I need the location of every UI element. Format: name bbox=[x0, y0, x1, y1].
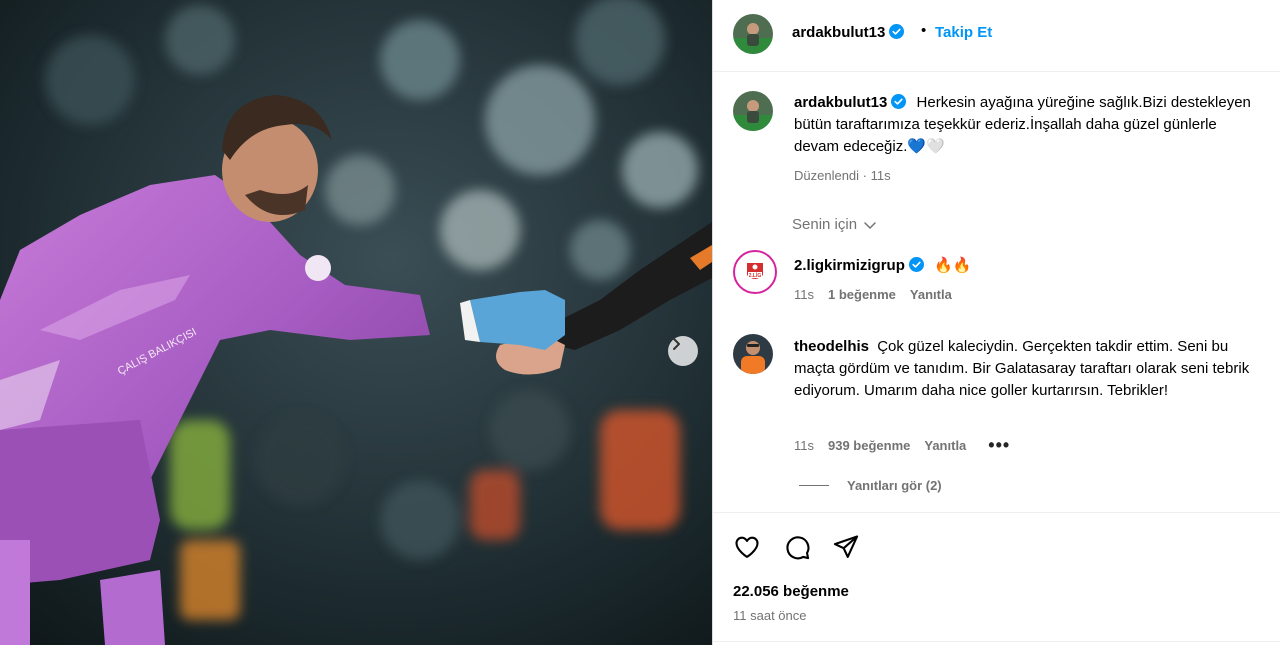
follow-button[interactable]: Takip Et bbox=[935, 24, 992, 41]
separator-dot: • bbox=[921, 22, 927, 39]
view-replies-label: Yanıtları gör (2) bbox=[847, 478, 942, 493]
comment-icon bbox=[786, 536, 810, 560]
comment-time[interactable]: 11s bbox=[794, 287, 814, 302]
post-image[interactable]: ÇALIŞ BALIKÇISI bbox=[0, 0, 712, 645]
goalkeeper-photo: ÇALIŞ BALIKÇISI bbox=[0, 0, 712, 645]
post-header: ardakbulut13 • Takip Et bbox=[713, 0, 1280, 72]
svg-text:2.LİG: 2.LİG bbox=[749, 272, 762, 279]
author-avatar[interactable] bbox=[733, 14, 773, 54]
comment-button[interactable] bbox=[781, 531, 813, 563]
comment-meta: 11s 939 beğenme Yanıtla ••• bbox=[794, 435, 1010, 456]
comment-filter-label: Senin için bbox=[792, 216, 858, 233]
post-caption: ardakbulut13 Herkesin ayağına yüreğine s… bbox=[794, 92, 1264, 158]
comment-avatar[interactable]: 2.LİG bbox=[733, 250, 777, 294]
comment-username[interactable]: 2.ligkirmizigrup bbox=[794, 257, 924, 274]
reply-button[interactable]: Yanıtla bbox=[924, 438, 966, 453]
like-count[interactable]: 22.056 beğenme bbox=[733, 583, 849, 600]
post-time[interactable]: 11 saat önce bbox=[733, 608, 806, 623]
edited-dot: · bbox=[862, 168, 868, 183]
send-icon bbox=[833, 535, 859, 558]
edited-label: Düzenlendi bbox=[794, 168, 860, 183]
replies-divider bbox=[799, 485, 829, 486]
comment-text: 🔥🔥 bbox=[934, 257, 972, 274]
post-actions: 22.056 beğenme 11 saat önce bbox=[713, 512, 1280, 645]
comment-time[interactable]: 11s bbox=[794, 438, 814, 453]
edited-info: Düzenlendi · 11s bbox=[794, 168, 891, 183]
heart-icon bbox=[735, 536, 759, 558]
verified-badge-icon bbox=[908, 257, 924, 272]
comment-likes[interactable]: 1 beğenme bbox=[828, 287, 896, 302]
caption-author-avatar[interactable] bbox=[733, 91, 773, 131]
comment-filter-dropdown[interactable]: Senin için bbox=[792, 216, 877, 233]
author-username[interactable]: ardakbulut13 bbox=[792, 24, 905, 41]
verified-badge-icon bbox=[891, 94, 907, 109]
post-details-panel: ardakbulut13 • Takip Et ardakbulut13 Her… bbox=[712, 0, 1280, 645]
edited-time[interactable]: 11s bbox=[871, 168, 891, 183]
comment-username[interactable]: theodelhis bbox=[794, 338, 869, 355]
divider bbox=[713, 641, 1280, 642]
comment-meta: 11s 1 beğenme Yanıtla bbox=[794, 287, 952, 302]
comment-avatar[interactable] bbox=[733, 334, 773, 374]
view-replies-button[interactable]: Yanıtları gör (2) bbox=[799, 478, 942, 493]
like-button[interactable] bbox=[731, 531, 763, 563]
comment-likes[interactable]: 939 beğenme bbox=[828, 438, 910, 453]
chevron-right-icon bbox=[673, 338, 680, 350]
share-button[interactable] bbox=[830, 531, 862, 563]
comment-body: 2.ligkirmizigrup 🔥🔥 bbox=[794, 256, 971, 274]
chevron-down-icon bbox=[864, 221, 876, 229]
league-logo: 2.LİG bbox=[739, 256, 771, 288]
verified-badge-icon bbox=[889, 24, 905, 39]
reply-button[interactable]: Yanıtla bbox=[910, 287, 952, 302]
caption-username[interactable]: ardakbulut13 bbox=[794, 94, 907, 111]
next-image-button[interactable] bbox=[668, 336, 698, 366]
comment-options-button[interactable]: ••• bbox=[988, 435, 1010, 456]
comment-body: theodelhis Çok güzel kaleciydin. Gerçekt… bbox=[794, 336, 1264, 402]
